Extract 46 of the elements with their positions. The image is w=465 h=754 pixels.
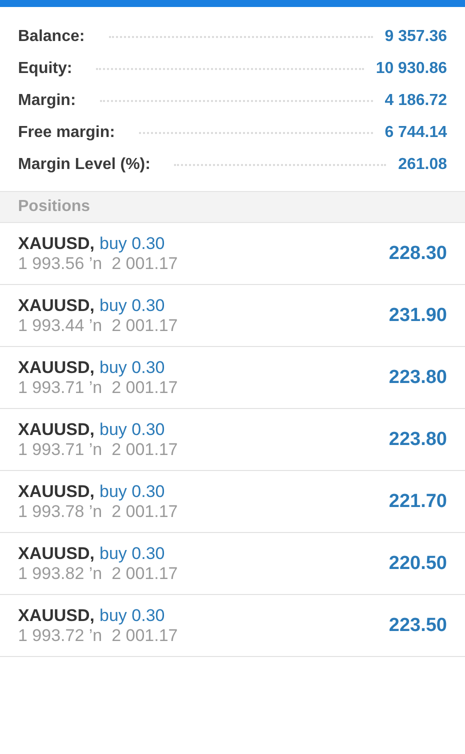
summary-label: Equity: — [18, 60, 72, 78]
position-row[interactable]: XAUUSD, buy 0.30 1 993.72 ’n 2 001.17 223.50 — [0, 595, 465, 657]
summary-label: Free margin: — [18, 124, 115, 142]
symbol-text: XAUUSD, — [18, 296, 95, 316]
order-text: buy 0.30 — [100, 482, 165, 502]
summary-value: 10 930.86 — [376, 60, 447, 78]
section-title: Positions — [18, 198, 90, 216]
summary-value: 9 357.36 — [384, 28, 447, 46]
order-text: buy 0.30 — [100, 606, 165, 626]
price-text: 1 993.82 ’n 2 001.17 — [18, 564, 179, 584]
position-row[interactable]: XAUUSD, buy 0.30 1 993.78 ’n 2 001.17 221.70 — [0, 471, 465, 533]
summary-label: Margin: — [18, 92, 76, 110]
order-text: buy 0.30 — [100, 544, 165, 564]
summary-value: 4 186.72 — [384, 92, 447, 110]
position-row[interactable]: XAUUSD, buy 0.30 1 993.71 ’n 2 001.17 223.80 — [0, 347, 465, 409]
profit-value: 220.50 — [388, 552, 447, 574]
profit-value: 223.50 — [388, 614, 447, 636]
profit-value: 228.30 — [388, 242, 447, 264]
position-row[interactable]: XAUUSD, buy 0.30 1 993.44 ’n 2 001.17 231.90 — [0, 285, 465, 347]
order-text: buy 0.30 — [100, 358, 165, 378]
summary-label: Balance: — [18, 28, 85, 46]
symbol-text: XAUUSD, — [18, 482, 95, 502]
price-text: 1 993.71 ’n 2 001.17 — [18, 440, 179, 460]
position-row[interactable]: XAUUSD, buy 0.30 1 993.71 ’n 2 001.17 223.80 — [0, 409, 465, 471]
symbol-text: XAUUSD, — [18, 544, 95, 564]
summary-value: 6 744.14 — [384, 124, 447, 142]
profit-value: 221.70 — [388, 490, 447, 512]
order-text: buy 0.30 — [100, 296, 165, 316]
profit-value: 231.90 — [388, 304, 447, 326]
symbol-text: XAUUSD, — [18, 234, 95, 254]
symbol-text: XAUUSD, — [18, 358, 95, 378]
symbol-text: XAUUSD, — [18, 606, 95, 626]
price-text: 1 993.71 ’n 2 001.17 — [18, 378, 179, 398]
position-row[interactable]: XAUUSD, buy 0.30 1 993.56 ’n 2 001.17 228.30 — [0, 223, 465, 285]
symbol-text: XAUUSD, — [18, 420, 95, 440]
order-text: buy 0.30 — [100, 420, 165, 440]
position-row[interactable]: XAUUSD, buy 0.30 1 993.82 ’n 2 001.17 220.50 — [0, 533, 465, 595]
price-text: 1 993.56 ’n 2 001.17 — [18, 254, 179, 274]
profit-value: 223.80 — [388, 366, 447, 388]
price-text: 1 993.44 ’n 2 001.17 — [18, 316, 179, 336]
summary-value: 261.08 — [398, 156, 447, 174]
order-text: buy 0.30 — [100, 234, 165, 254]
price-text: 1 993.72 ’n 2 001.17 — [18, 626, 179, 646]
summary-label: Margin Level (%): — [18, 156, 150, 174]
price-text: 1 993.78 ’n 2 001.17 — [18, 502, 179, 522]
profit-value: 223.80 — [388, 428, 447, 450]
